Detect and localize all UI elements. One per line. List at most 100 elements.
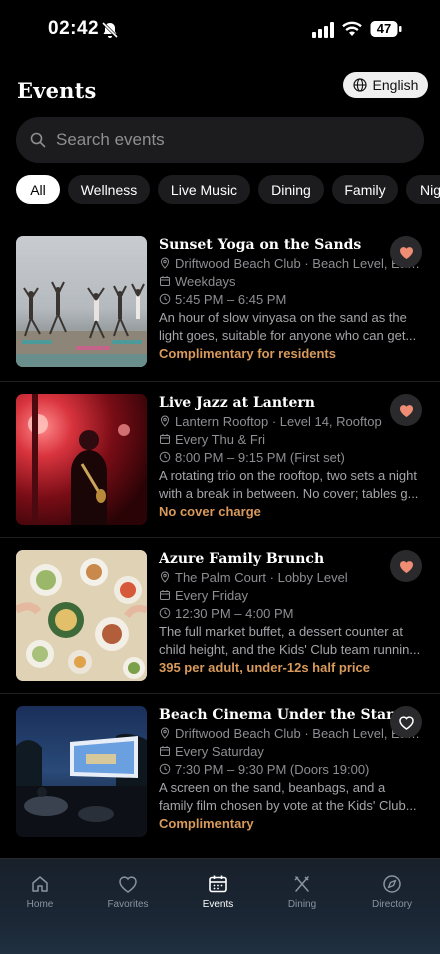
event-description-line: child height, and the Kids' Club team ru… [159, 642, 421, 657]
favorite-button[interactable] [390, 550, 422, 582]
event-info: Sunset Yoga on the Sands Driftwood Beach… [159, 236, 423, 363]
event-card[interactable]: Sunset Yoga on the Sands Driftwood Beach… [0, 236, 440, 392]
event-description-line: An hour of slow vinyasa on the sand as t… [159, 310, 407, 325]
event-description: A rotating trio on the rooftop, two sets… [159, 467, 423, 503]
event-schedule-text: Every Saturday [175, 743, 264, 759]
battery-level: 47 [376, 21, 392, 36]
filter-chip-wellness[interactable]: Wellness [68, 175, 150, 204]
event-description: The full market buffet, a dessert counte… [159, 623, 423, 659]
event-card[interactable]: Live Jazz at Lantern Lantern Rooftop · L… [0, 381, 440, 537]
event-schedule-text: Every Friday [175, 587, 248, 603]
filter-chip-all[interactable]: All [16, 175, 60, 204]
heart-filled-icon [399, 404, 413, 417]
heart-outline-icon [398, 715, 414, 730]
event-schedule: Every Friday [159, 586, 423, 604]
clock-icon [159, 607, 171, 619]
location-pin-icon [160, 257, 170, 269]
tab-favorites[interactable]: Favorites [88, 873, 168, 910]
location-pin-icon [160, 415, 170, 427]
search-icon [30, 132, 46, 148]
search-bar[interactable] [16, 117, 424, 163]
tab-home[interactable]: Home [0, 873, 80, 910]
event-card[interactable]: Beach Cinema Under the Stars Driftwood B… [0, 693, 440, 849]
event-time: 7:30 PM – 9:30 PM (Doors 19:00) [159, 760, 423, 778]
event-schedule-text: Every Thu & Fri [175, 431, 266, 447]
event-location-text: Driftwood Beach Club · Beach Level, Eas.… [175, 725, 423, 741]
event-image-cinema [16, 706, 147, 837]
event-schedule: Weekdays [159, 272, 423, 290]
event-location: Driftwood Beach Club · Beach Level, Eas.… [159, 724, 423, 742]
tab-events[interactable]: Events [178, 873, 258, 910]
event-time-text: 8:00 PM – 9:15 PM (First set) [175, 449, 345, 465]
event-time-text: 12:30 PM – 4:00 PM [175, 605, 294, 621]
favorite-button[interactable] [390, 236, 422, 268]
home-icon [32, 876, 48, 892]
compass-icon [383, 875, 401, 893]
event-info: Azure Family Brunch The Palm Court · Lob… [159, 550, 423, 677]
tab-directory[interactable]: Directory [352, 873, 432, 910]
event-price: Complimentary for residents [159, 346, 336, 361]
wifi-icon [342, 21, 362, 36]
event-description-line: The full market buffet, a dessert counte… [159, 624, 403, 639]
bell-muted-icon [101, 21, 119, 39]
event-schedule-text: Weekdays [175, 273, 236, 289]
tab-directory-label: Directory [371, 899, 412, 910]
heart-filled-icon [399, 246, 413, 259]
event-info: Beach Cinema Under the Stars Driftwood B… [159, 706, 423, 833]
favorite-button[interactable] [390, 394, 422, 426]
event-location-text: Driftwood Beach Club · Beach Level, Eas.… [175, 255, 423, 271]
event-schedule: Every Saturday [159, 742, 423, 760]
filter-chip-nightlife[interactable]: Nig [406, 175, 440, 204]
calendar-icon [209, 875, 227, 893]
event-price: 395 per adult, under-12s half price [159, 660, 370, 675]
event-description-line: A rotating trio on the rooftop, two sets… [159, 468, 417, 483]
filter-chip-live-music[interactable]: Live Music [158, 175, 250, 204]
event-time-text: 7:30 PM – 9:30 PM (Doors 19:00) [175, 761, 370, 777]
event-title: Sunset Yoga on the Sands [159, 237, 362, 253]
calendar-icon [160, 590, 170, 600]
event-description: An hour of slow vinyasa on the sand as t… [159, 309, 423, 345]
event-image-brunch [16, 550, 147, 681]
event-description-line: A screen on the sand, beanbags, and a [159, 780, 386, 795]
event-title: Live Jazz at Lantern [159, 395, 315, 411]
clock-icon [159, 763, 171, 775]
event-description: A screen on the sand, beanbags, and a fa… [159, 779, 423, 815]
battery-indicator: 47 [370, 20, 402, 38]
event-schedule: Every Thu & Fri [159, 430, 423, 448]
clock-icon [159, 451, 171, 463]
event-location-text: The Palm Court · Lobby Level [175, 569, 348, 585]
event-time-text: 5:45 PM – 6:45 PM [175, 291, 287, 307]
event-time: 5:45 PM – 6:45 PM [159, 290, 423, 308]
tab-favorites-label: Favorites [107, 899, 149, 910]
tab-bar: Home Favorites Events Dining Directory [0, 858, 440, 954]
calendar-icon [160, 276, 170, 286]
filter-chip-family[interactable]: Family [332, 175, 398, 204]
event-image-jazz [16, 394, 147, 525]
event-time: 8:00 PM – 9:15 PM (First set) [159, 448, 423, 466]
language-button[interactable]: English [343, 72, 428, 98]
clock-icon [159, 293, 171, 305]
heart-icon [119, 876, 137, 893]
calendar-icon [160, 434, 170, 444]
event-card[interactable]: Azure Family Brunch The Palm Court · Lob… [0, 537, 440, 693]
language-label: English [372, 77, 419, 93]
cellular-signal-icon [312, 22, 334, 38]
search-input[interactable] [56, 130, 396, 150]
event-price: No cover charge [159, 504, 261, 519]
event-location: Lantern Rooftop · Level 14, Rooftop [159, 412, 423, 430]
utensils-icon [294, 876, 309, 892]
calendar-icon [160, 746, 170, 756]
page-title: Events [17, 78, 97, 103]
event-price: Complimentary [159, 816, 254, 831]
status-bar: 02:42 47 [0, 0, 440, 58]
status-time: 02:42 [48, 18, 100, 39]
event-location-text: Lantern Rooftop · Level 14, Rooftop [175, 413, 382, 429]
favorite-button[interactable] [390, 706, 422, 738]
tab-dining-label: Dining [287, 899, 317, 910]
event-title: Beach Cinema Under the Stars [159, 707, 402, 723]
filter-chips: All Wellness Live Music Dining Family Ni… [16, 175, 440, 204]
event-description-line: family film chosen by vote at the Kids' … [159, 798, 417, 813]
filter-chip-dining[interactable]: Dining [258, 175, 324, 204]
event-info: Live Jazz at Lantern Lantern Rooftop · L… [159, 394, 423, 521]
tab-dining[interactable]: Dining [262, 873, 342, 910]
